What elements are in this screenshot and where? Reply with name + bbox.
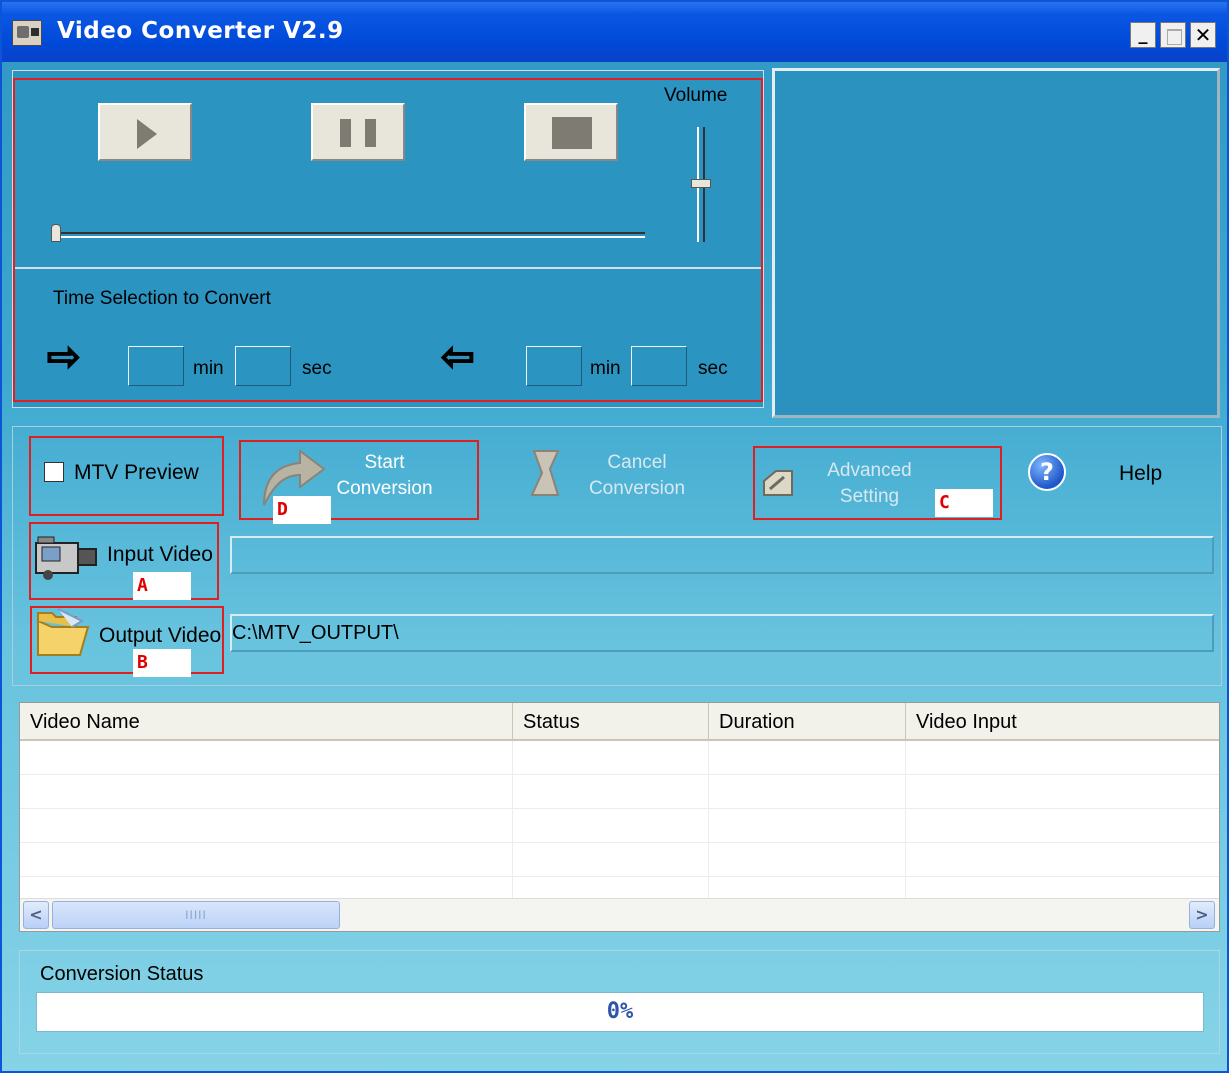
camcorder-icon (35, 536, 97, 580)
scroll-right-button[interactable]: > (1189, 901, 1215, 929)
start-sec-unit: sec (302, 358, 332, 379)
advanced-setting-icon (763, 470, 793, 496)
close-button[interactable]: ✕ (1190, 22, 1216, 48)
video-preview-area (772, 68, 1220, 418)
input-video-path-field[interactable] (230, 536, 1214, 574)
table-row (20, 843, 1219, 877)
main-window: Video Converter V2.9 _ ✕ Volume Time Sel… (0, 0, 1229, 1073)
start-conversion-label-1: Start (364, 452, 405, 473)
input-video-label: Input Video (107, 543, 213, 566)
seek-slider-thumb[interactable] (51, 224, 61, 242)
marker-b: B (133, 649, 191, 677)
progress-text: 0% (606, 999, 634, 1024)
start-min-input[interactable] (128, 346, 184, 386)
arrow-left-icon: ⇦ (440, 334, 475, 380)
column-duration[interactable]: Duration (709, 703, 906, 741)
pause-button[interactable] (311, 103, 405, 161)
end-min-input[interactable] (526, 346, 582, 386)
help-label[interactable]: Help (1119, 462, 1162, 486)
table-row (20, 877, 1219, 898)
cancel-conversion-icon (530, 450, 560, 496)
help-icon[interactable]: ? (1028, 453, 1066, 491)
app-icon (12, 20, 42, 46)
marker-d: D (273, 496, 331, 524)
video-table[interactable]: Video Name Status Duration Video Input <… (19, 702, 1220, 932)
output-video-path-field[interactable]: C:\MTV_OUTPUT\ (230, 614, 1214, 652)
cancel-conversion-label-1: Cancel (607, 452, 667, 473)
window-title: Video Converter V2.9 (57, 18, 344, 44)
play-button[interactable] (98, 103, 192, 161)
seek-slider[interactable] (55, 232, 645, 238)
advanced-setting-label-2: Setting (839, 486, 900, 507)
title-bar[interactable]: Video Converter V2.9 _ ✕ (2, 2, 1227, 62)
marker-a: A (133, 572, 191, 600)
column-video-name[interactable]: Video Name (20, 703, 513, 741)
mtv-preview-checkbox[interactable] (44, 462, 64, 482)
pause-icon (340, 119, 351, 147)
output-video-label: Output Video (99, 624, 222, 647)
minimize-button[interactable]: _ (1130, 22, 1156, 48)
end-sec-unit: sec (698, 358, 728, 379)
column-video-input[interactable]: Video Input (906, 703, 1219, 741)
conversion-status-label: Conversion Status (40, 963, 204, 985)
end-min-unit: min (590, 358, 621, 379)
column-status[interactable]: Status (513, 703, 709, 741)
cancel-conversion-label-2: Conversion (588, 478, 686, 499)
output-video-path: C:\MTV_OUTPUT\ (232, 622, 399, 644)
divider (13, 267, 763, 269)
conversion-progress-bar: 0% (36, 992, 1204, 1032)
mtv-preview-label: MTV Preview (74, 461, 199, 484)
advanced-setting-label-1: Advanced (827, 460, 912, 481)
play-icon (137, 119, 157, 149)
maximize-button[interactable] (1160, 22, 1186, 48)
marker-c: C (935, 489, 993, 517)
start-sec-input[interactable] (235, 346, 291, 386)
arrow-right-icon: ⇨ (46, 334, 81, 380)
start-conversion-label-2: Conversion (336, 478, 433, 499)
start-min-unit: min (193, 358, 224, 379)
scroll-thumb[interactable]: IIIII (52, 901, 340, 929)
table-row (20, 741, 1219, 775)
player-panel: Volume Time Selection to Convert ⇨ min s… (12, 70, 764, 408)
table-row (20, 775, 1219, 809)
stop-icon (552, 117, 592, 149)
volume-label: Volume (664, 85, 728, 106)
time-selection-label: Time Selection to Convert (53, 288, 271, 309)
volume-slider-thumb[interactable] (691, 179, 711, 188)
horizontal-scrollbar[interactable]: < IIIII > (20, 898, 1219, 931)
table-row (20, 809, 1219, 843)
folder-icon (37, 608, 90, 656)
scroll-left-button[interactable]: < (23, 901, 49, 929)
table-header: Video Name Status Duration Video Input (20, 703, 1219, 741)
end-sec-input[interactable] (631, 346, 687, 386)
stop-button[interactable] (524, 103, 618, 161)
